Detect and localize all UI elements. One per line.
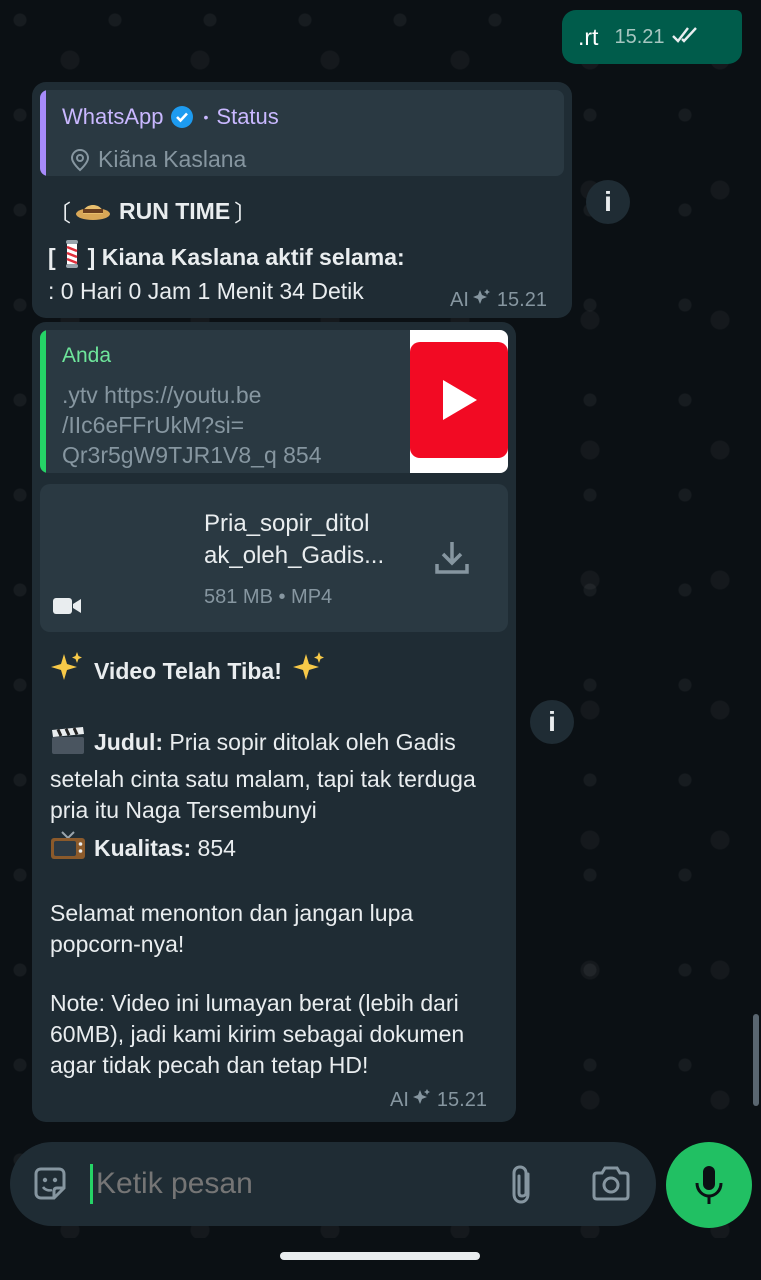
quote-bar bbox=[40, 330, 46, 473]
message-meta: AI 15.21 bbox=[450, 288, 547, 312]
location-text: Kiãna Kaslana bbox=[98, 146, 247, 172]
runtime-header: 〔 RUN TIME 〕 bbox=[48, 194, 257, 228]
quote-line: .ytv https://youtu.be bbox=[62, 382, 262, 408]
quote-line: Qr3r5gW9TJR1V8_q 854 bbox=[62, 442, 322, 468]
youtube-logo bbox=[410, 342, 508, 458]
download-icon[interactable] bbox=[432, 538, 472, 583]
headline: Video Telah Tiba! bbox=[50, 650, 500, 692]
kualitas-block: Kualitas: 854 bbox=[50, 830, 500, 870]
quote-bar bbox=[40, 90, 46, 176]
document-name: Pria_sopir_ditol ak_oleh_Gadis... bbox=[204, 508, 414, 572]
info-icon: i bbox=[604, 186, 612, 217]
quoted-message[interactable]: Anda .ytv https://youtu.be /IIc6eFFrUkM?… bbox=[40, 330, 508, 473]
attach-icon[interactable] bbox=[508, 1164, 538, 1211]
text-caret bbox=[90, 1164, 93, 1204]
message-time: 15.21 bbox=[496, 288, 547, 311]
greeting-paragraph: Selamat menonton dan jangan lupa popcorn… bbox=[50, 900, 414, 957]
barber-pole-icon bbox=[62, 238, 82, 276]
quoted-status[interactable]: WhatsApp • Status Kiãna Kaslana bbox=[40, 90, 564, 176]
info-icon: i bbox=[548, 706, 556, 737]
mic-icon bbox=[695, 1166, 723, 1204]
runtime-value: : 0 Hari 0 Jam 1 Menit 34 Detik bbox=[48, 278, 364, 304]
document-size: 581 MB • MP4 bbox=[204, 586, 333, 608]
youtube-thumbnail bbox=[410, 330, 508, 473]
play-icon bbox=[443, 380, 477, 420]
location-pin-icon bbox=[70, 148, 90, 171]
document-attachment[interactable]: Pria_sopir_ditol ak_oleh_Gadis... 581 MB… bbox=[40, 484, 508, 632]
message-time: 15.21 bbox=[614, 25, 665, 48]
note-paragraph: Note: Video ini lumayan berat (lebih dar… bbox=[50, 990, 465, 1078]
judul-label: Judul: bbox=[94, 729, 163, 755]
sticker-icon[interactable] bbox=[30, 1164, 70, 1209]
bracket-left: [ bbox=[48, 243, 56, 270]
outgoing-message[interactable]: .rt 15.21 bbox=[562, 10, 742, 64]
double-check-icon bbox=[671, 25, 701, 50]
hat-icon bbox=[75, 194, 111, 228]
headline-text: Video Telah Tiba! bbox=[94, 657, 282, 684]
sparkles-icon bbox=[50, 650, 84, 692]
mic-button[interactable] bbox=[666, 1142, 752, 1228]
camera-icon[interactable] bbox=[590, 1164, 632, 1207]
ai-sparkle-icon bbox=[472, 288, 491, 312]
kualitas-value: 854 bbox=[197, 835, 236, 861]
kualitas-label: Kualitas: bbox=[94, 835, 192, 861]
sparkles-icon bbox=[292, 650, 326, 692]
ai-sparkle-icon bbox=[412, 1088, 431, 1112]
message-time: 15.21 bbox=[436, 1088, 487, 1111]
message-input[interactable] bbox=[96, 1162, 486, 1206]
judul-block: Judul: Pria sopir ditolak oleh Gadis set… bbox=[50, 726, 500, 826]
clapper-icon bbox=[50, 726, 86, 764]
video-camera-icon bbox=[52, 594, 82, 623]
tv-icon bbox=[50, 830, 86, 870]
document-name-line: ak_oleh_Gadis... bbox=[204, 542, 385, 569]
ai-label: AI bbox=[390, 1088, 409, 1111]
info-button[interactable]: i bbox=[530, 700, 574, 744]
message-meta: AI 15.21 bbox=[390, 1088, 487, 1112]
quote-type: Status bbox=[216, 104, 279, 129]
quote-header: WhatsApp • Status bbox=[62, 104, 279, 130]
status-message[interactable]: WhatsApp • Status Kiãna Kaslana 〔 RUN TI… bbox=[32, 82, 572, 318]
quote-sender: Anda bbox=[62, 344, 112, 367]
active-line: [ ] Kiana Kaslana aktif selama: bbox=[48, 238, 405, 276]
outgoing-text: .rt bbox=[578, 23, 599, 50]
separator-dot: • bbox=[203, 109, 209, 125]
quote-location: Kiãna Kaslana bbox=[70, 146, 246, 173]
bracket-close: 〕 bbox=[234, 200, 258, 226]
home-gesture-pill[interactable] bbox=[280, 1252, 480, 1260]
system-nav-bar bbox=[0, 1238, 761, 1280]
message-composer[interactable] bbox=[10, 1142, 656, 1226]
video-message[interactable]: Anda .ytv https://youtu.be /IIc6eFFrUkM?… bbox=[32, 322, 516, 1122]
quote-sender: WhatsApp bbox=[62, 104, 164, 129]
info-button[interactable]: i bbox=[586, 180, 630, 224]
document-name-line: Pria_sopir_ditol bbox=[204, 510, 370, 537]
quote-line: /IIc6eFFrUkM?si= bbox=[62, 412, 245, 438]
verified-badge-icon bbox=[170, 105, 194, 129]
quote-text: .ytv https://youtu.be /IIc6eFFrUkM?si= Q… bbox=[62, 380, 392, 470]
ai-label: AI bbox=[450, 288, 469, 311]
runtime-title: RUN TIME bbox=[119, 197, 231, 224]
bracket-open: 〔 bbox=[48, 200, 71, 226]
scrollbar[interactable] bbox=[753, 1014, 759, 1106]
active-text: ] Kiana Kaslana aktif selama: bbox=[87, 243, 405, 270]
